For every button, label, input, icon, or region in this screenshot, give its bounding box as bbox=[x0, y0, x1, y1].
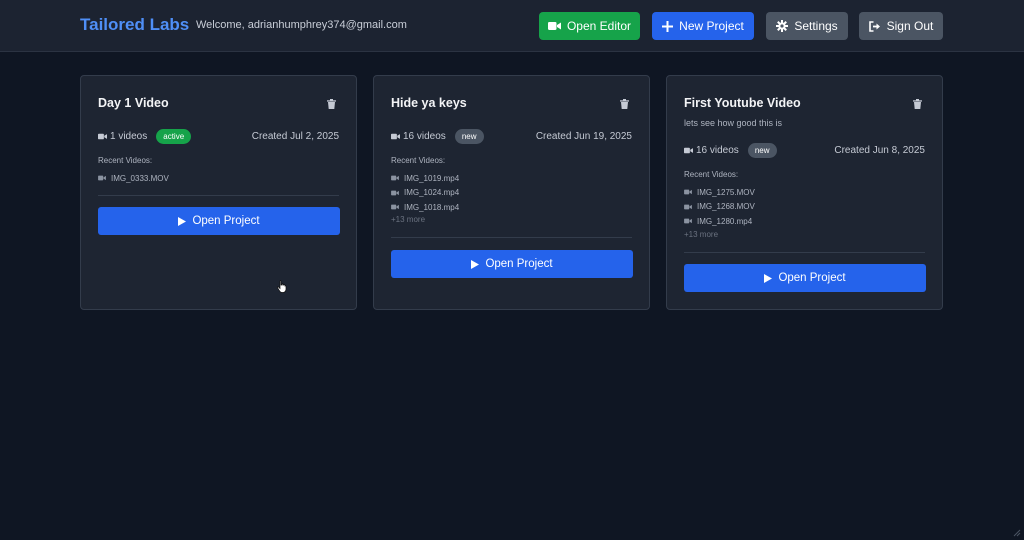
project-meta: 16 videos new Created Jun 19, 2025 bbox=[391, 128, 632, 144]
project-title: Day 1 Video bbox=[98, 96, 169, 110]
video-filename: IMG_1019.mp4 bbox=[404, 173, 460, 183]
video-count: 16 videos bbox=[391, 131, 446, 142]
recent-videos-label: Recent Videos: bbox=[684, 170, 739, 179]
divider bbox=[98, 195, 339, 196]
open-project-label: Open Project bbox=[778, 272, 846, 284]
more-videos-text: +13 more bbox=[391, 215, 426, 224]
list-item: IMG_1280.mp4 bbox=[684, 214, 755, 229]
video-count-text: 16 videos bbox=[696, 144, 739, 156]
recent-videos-list: IMG_0333.MOV bbox=[98, 171, 169, 186]
settings-button[interactable]: Settings bbox=[766, 12, 848, 40]
list-item: IMG_1268.MOV bbox=[684, 200, 755, 215]
recent-videos-list: IMG_1275.MOV IMG_1268.MOV IMG_1280.mp4 bbox=[684, 185, 755, 229]
video-filename: IMG_1275.MOV bbox=[697, 187, 755, 197]
trash-icon bbox=[620, 99, 629, 109]
sign-out-icon bbox=[868, 20, 880, 32]
list-item: IMG_1019.mp4 bbox=[391, 171, 459, 186]
project-card: Hide ya keys 16 videos new Created Jun 1… bbox=[373, 75, 650, 310]
recent-videos-list: IMG_1019.mp4 IMG_1024.mp4 IMG_1018.mp4 bbox=[391, 171, 459, 215]
video-camera-icon bbox=[391, 204, 399, 210]
delete-project-button[interactable] bbox=[913, 96, 922, 114]
open-project-button[interactable]: Open Project bbox=[98, 207, 340, 235]
welcome-text: Welcome, adrianhumphrey374@gmail.com bbox=[196, 19, 407, 31]
list-item: IMG_1018.mp4 bbox=[391, 200, 459, 215]
video-camera-icon bbox=[98, 133, 107, 139]
video-count: 16 videos bbox=[684, 145, 739, 156]
sign-out-label: Sign Out bbox=[886, 19, 934, 33]
status-badge: new bbox=[454, 128, 484, 144]
open-project-button[interactable]: Open Project bbox=[684, 264, 926, 292]
divider bbox=[684, 252, 925, 253]
recent-videos-label: Recent Videos: bbox=[98, 156, 153, 165]
new-project-label: New Project bbox=[679, 19, 744, 33]
project-meta: 1 videos active Created Jul 2, 2025 bbox=[98, 128, 339, 144]
project-title: Hide ya keys bbox=[391, 96, 467, 110]
plus-icon bbox=[662, 20, 674, 32]
open-editor-label: Open Editor bbox=[566, 19, 632, 33]
video-camera-icon bbox=[684, 189, 692, 195]
trash-icon bbox=[913, 99, 922, 109]
video-camera-icon bbox=[547, 22, 561, 30]
brand-logo[interactable]: Tailored Labs bbox=[80, 15, 189, 35]
open-project-label: Open Project bbox=[485, 258, 553, 270]
video-camera-icon bbox=[684, 147, 693, 153]
trash-icon bbox=[327, 99, 336, 109]
video-camera-icon bbox=[684, 204, 692, 210]
video-filename: IMG_1280.mp4 bbox=[697, 216, 753, 226]
status-badge: active bbox=[156, 128, 192, 144]
video-count-text: 1 videos bbox=[110, 130, 148, 142]
created-date: Created Jul 2, 2025 bbox=[251, 130, 339, 142]
delete-project-button[interactable] bbox=[620, 96, 629, 114]
video-filename: IMG_1268.MOV bbox=[697, 202, 755, 212]
project-card: Day 1 Video 1 videos active Created Jul … bbox=[80, 75, 357, 310]
open-project-label: Open Project bbox=[192, 215, 260, 227]
list-item: IMG_1275.MOV bbox=[684, 185, 755, 200]
video-count: 1 videos bbox=[98, 131, 147, 142]
video-camera-icon bbox=[391, 190, 399, 196]
settings-label: Settings bbox=[794, 19, 838, 33]
play-icon bbox=[178, 216, 187, 226]
video-camera-icon bbox=[391, 175, 399, 181]
gear-icon bbox=[776, 20, 789, 32]
video-count-text: 16 videos bbox=[403, 130, 446, 142]
sign-out-button[interactable]: Sign Out bbox=[859, 12, 943, 40]
video-camera-icon bbox=[98, 175, 106, 181]
more-videos-text: +13 more bbox=[684, 230, 719, 239]
list-item: IMG_1024.mp4 bbox=[391, 186, 459, 201]
created-date: Created Jun 19, 2025 bbox=[535, 130, 632, 142]
resize-handle-icon[interactable] bbox=[1011, 527, 1021, 537]
project-card: First Youtube Video lets see how good th… bbox=[666, 75, 943, 310]
open-editor-button[interactable]: Open Editor bbox=[539, 12, 640, 40]
play-icon bbox=[764, 273, 773, 283]
hand-cursor-icon bbox=[277, 280, 287, 293]
video-camera-icon bbox=[684, 218, 692, 224]
video-filename: IMG_1018.mp4 bbox=[404, 202, 460, 212]
project-title: First Youtube Video bbox=[684, 96, 801, 110]
divider bbox=[391, 237, 632, 238]
list-item: IMG_0333.MOV bbox=[98, 171, 169, 186]
recent-videos-label: Recent Videos: bbox=[391, 156, 446, 165]
open-project-button[interactable]: Open Project bbox=[391, 250, 633, 278]
project-description: lets see how good this is bbox=[684, 118, 783, 128]
project-meta: 16 videos new Created Jun 8, 2025 bbox=[684, 142, 925, 158]
created-date: Created Jun 8, 2025 bbox=[834, 144, 925, 156]
new-project-button[interactable]: New Project bbox=[652, 12, 754, 40]
delete-project-button[interactable] bbox=[327, 96, 336, 114]
video-filename: IMG_0333.MOV bbox=[111, 173, 169, 183]
play-icon bbox=[471, 259, 480, 269]
top-header: Tailored Labs Welcome, adrianhumphrey374… bbox=[0, 0, 1024, 52]
video-camera-icon bbox=[391, 133, 400, 139]
status-badge: new bbox=[747, 142, 777, 158]
video-filename: IMG_1024.mp4 bbox=[404, 188, 460, 198]
